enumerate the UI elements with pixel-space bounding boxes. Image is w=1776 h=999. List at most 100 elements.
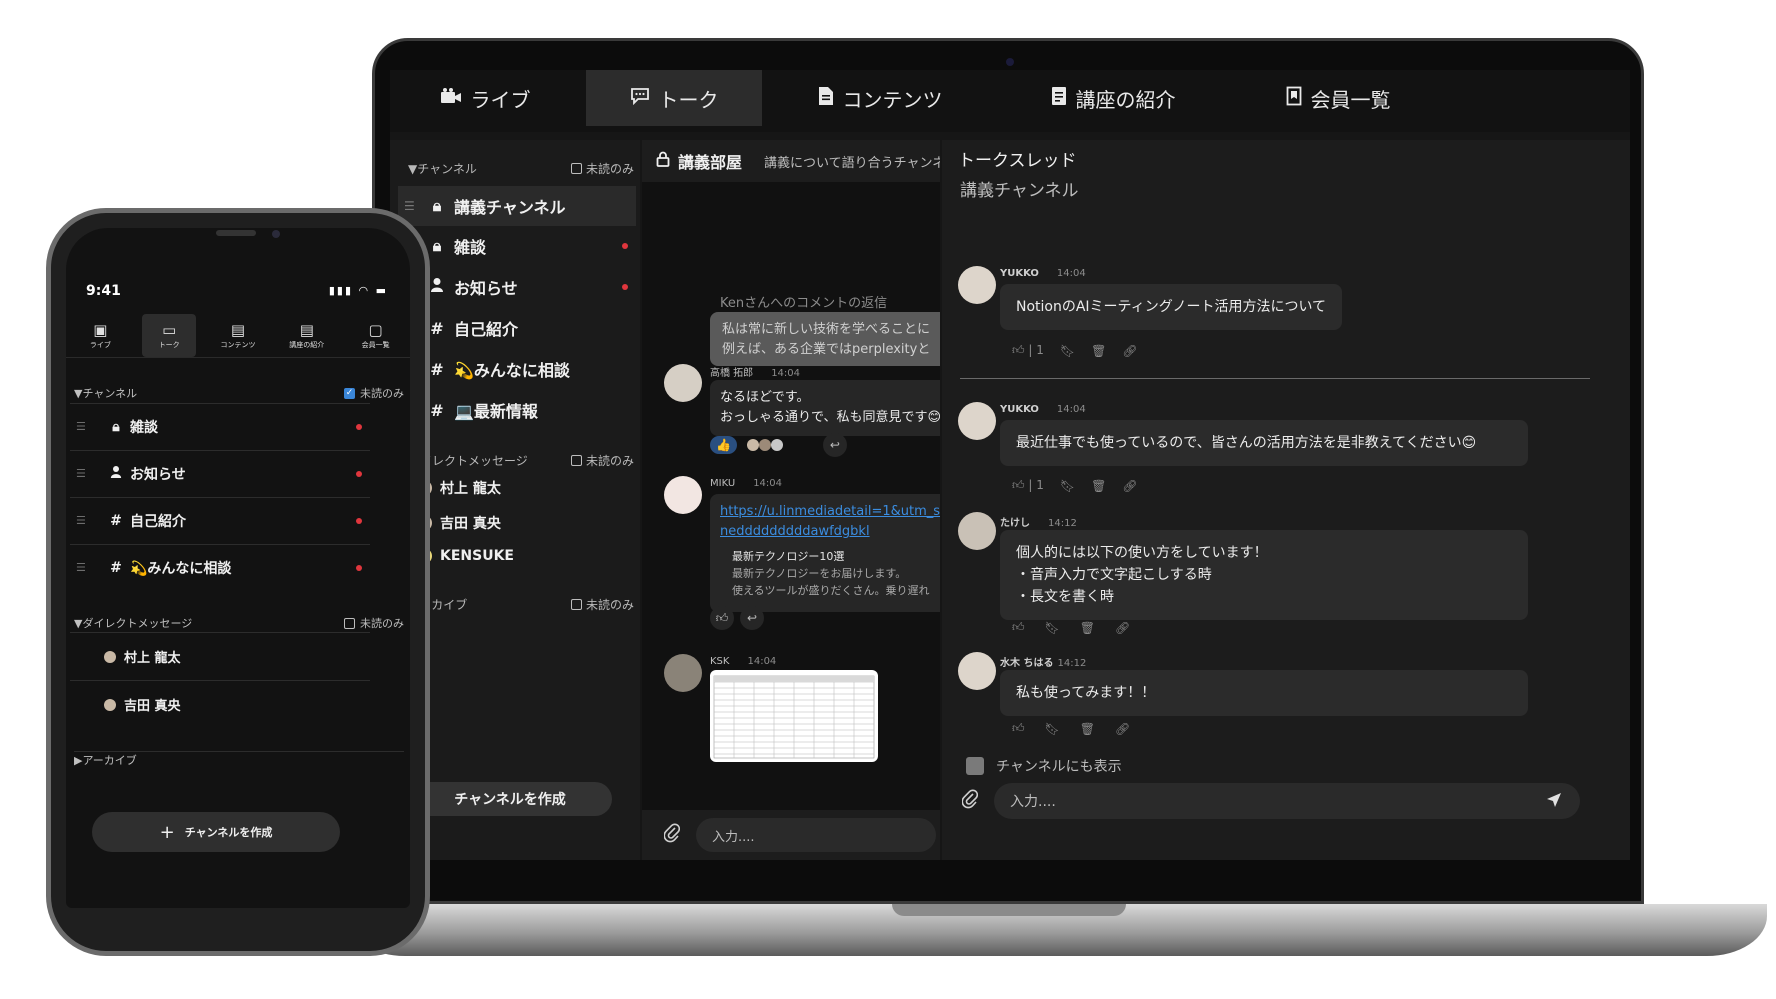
phone-archive-header[interactable]: ▶アーカイブ <box>74 751 404 768</box>
avatar[interactable] <box>958 402 996 440</box>
phone-tab-course[interactable]: ▤ 講座の紹介 <box>280 314 334 357</box>
trash-icon[interactable]: 🗑︎ <box>1080 621 1095 635</box>
quoted-message[interactable]: 私は常に新しい技術を学べることに 例えば、ある企業ではperplexityと <box>710 312 940 366</box>
phone-tab-members[interactable]: ▢ 会員一覧 <box>349 314 403 357</box>
phone-channel-item[interactable]: ☰ # 自己紹介 <box>70 497 370 543</box>
divider <box>960 378 1590 379</box>
also-post-checkbox[interactable] <box>966 757 984 775</box>
spreadsheet-image[interactable] <box>710 670 878 762</box>
unread-checkbox[interactable] <box>570 163 582 174</box>
sidebar-item-news[interactable]: お知らせ <box>398 267 636 307</box>
message-line: なるほどです。 <box>720 390 810 405</box>
phone-tab-contents[interactable]: ▤ コンテンツ <box>211 314 265 357</box>
thumbs-up-icon[interactable]: 👍︎ <box>1012 721 1025 736</box>
phone-channel-header[interactable]: ▼チャンネル ✓ 未読のみ <box>74 385 404 401</box>
avatar[interactable] <box>664 476 702 514</box>
avatar[interactable] <box>958 266 996 304</box>
phone-channel-item[interactable]: ☰ # 💫みんなに相談 <box>70 544 370 590</box>
avatar[interactable] <box>664 654 702 692</box>
thread-message-input[interactable]: 入力.... <box>994 783 1580 819</box>
trash-icon[interactable]: 🗑︎ <box>1080 722 1095 736</box>
sidebar-item-lecture-channel[interactable]: ☰ 🔒︎ 講義チャンネル <box>398 186 636 226</box>
dm-section-header[interactable]: ダイレクトメッセージ 未読のみ <box>408 452 634 469</box>
link-icon[interactable]: 🔗︎ <box>1115 722 1130 736</box>
reply-icon[interactable]: ↩ <box>822 433 847 457</box>
unread-only-filter[interactable]: 未読のみ <box>570 160 634 177</box>
avatar[interactable] <box>664 364 702 402</box>
sidebar-item-consult[interactable]: # 💫みんなに相談 <box>398 349 636 389</box>
thumbs-up-icon[interactable]: 👍︎ <box>1012 620 1025 635</box>
attach-icon[interactable] <box>961 788 979 814</box>
message-link[interactable]: nedddddddddawfdgbkl <box>720 522 940 542</box>
unread-dot <box>622 284 628 290</box>
channel-title: 講義部屋 <box>678 153 743 172</box>
like-icon[interactable]: 👍︎ <box>710 606 734 630</box>
bookmark-icon[interactable]: 🔖︎ <box>1060 479 1075 493</box>
channel-name: 講義チャンネル <box>454 198 566 217</box>
avatar[interactable] <box>958 652 996 690</box>
dm-item[interactable]: KENSUKE <box>416 548 514 564</box>
message-line: ・長文を書く時 <box>1016 589 1114 605</box>
unread-only-filter[interactable]: 未読のみ <box>570 596 634 613</box>
bookmark-icon[interactable]: 🔖︎ <box>1045 722 1060 736</box>
drag-handle-icon[interactable]: ☰ <box>76 561 96 574</box>
phone-create-channel-button[interactable]: + チャンネルを作成 <box>92 812 340 852</box>
unread-only-filter[interactable]: 未読のみ <box>570 452 634 469</box>
avatar <box>746 439 759 451</box>
unread-only-filter[interactable]: ✓ 未読のみ <box>344 385 404 401</box>
sidebar-item-chat[interactable]: 🔒︎ 雑談 <box>398 226 636 266</box>
sidebar-item-self-intro[interactable]: # 自己紹介 <box>398 308 636 348</box>
drag-handle-icon[interactable]: ☰ <box>76 467 96 480</box>
reply-icon[interactable]: ↩ <box>740 606 764 630</box>
drag-handle-icon[interactable]: ☰ <box>404 199 418 213</box>
attach-icon[interactable] <box>663 822 681 848</box>
tab-contents-label: コンテンツ <box>842 87 943 112</box>
phone-tab-talk[interactable]: ▭ トーク <box>142 314 197 357</box>
tab-contents[interactable]: コンテンツ <box>762 70 998 126</box>
phone-channel-item[interactable]: ☰ 🔒︎ 雑談 <box>70 403 370 449</box>
laptop-notch <box>892 904 1126 916</box>
tab-live[interactable]: ライブ <box>390 70 580 126</box>
phone-dm-header[interactable]: ▼ダイレクトメッセージ 未読のみ <box>74 615 404 631</box>
phone-dm-item[interactable]: 村上 龍太 <box>70 632 370 680</box>
also-post-to-channel[interactable]: チャンネルにも表示 <box>966 756 1122 776</box>
bookmark-icon[interactable]: 🔖︎ <box>1045 621 1060 635</box>
message-line: ・音声入力で文字起こしする時 <box>1016 567 1212 583</box>
tab-course-intro[interactable]: 講座の紹介 <box>998 70 1228 126</box>
link-preview-card[interactable]: 最新テクノロジー10選 最新テクノロジーをお届けします。 使えるツールが盛りだく… <box>720 548 940 599</box>
create-channel-button[interactable]: チャンネルを作成 <box>408 782 612 816</box>
message-author: 水木 ちはる <box>1000 658 1054 669</box>
drag-handle-icon[interactable]: ☰ <box>76 420 96 433</box>
channel-section-header[interactable]: ▼チャンネル 未読のみ <box>408 160 634 177</box>
chat-message-input[interactable]: 入力.... <box>696 818 936 852</box>
link-icon[interactable]: 🔗︎ <box>1122 479 1137 493</box>
message-time: 14:04 <box>753 478 783 489</box>
unread-checkbox[interactable] <box>344 617 355 629</box>
unread-dot <box>356 470 362 477</box>
tab-member-list[interactable]: 会員一覧 <box>1228 70 1448 126</box>
phone-dm-item[interactable]: 吉田 真央 <box>70 680 370 728</box>
trash-icon[interactable]: 🗑︎ <box>1091 344 1106 358</box>
archive-section-header[interactable]: アーカイブ 未読のみ <box>408 596 634 613</box>
unread-checkbox-checked[interactable]: ✓ <box>344 387 355 399</box>
unread-checkbox[interactable] <box>570 455 582 466</box>
bookmark-icon[interactable]: 🔖︎ <box>1060 344 1075 358</box>
like-button[interactable]: 👍︎ | 1 <box>1012 343 1044 358</box>
sidebar-item-latest[interactable]: # 💻最新情報 <box>398 390 636 430</box>
phone-channel-item[interactable]: ☰ お知らせ <box>70 450 370 496</box>
drag-handle-icon[interactable]: ☰ <box>76 514 96 527</box>
avatar[interactable] <box>958 512 996 550</box>
link-icon[interactable]: 🔗︎ <box>1122 344 1137 358</box>
like-button[interactable]: 👍︎ | 1 <box>1012 478 1044 493</box>
phone-tab-live[interactable]: ▣ ライブ <box>73 314 127 357</box>
avatar <box>104 698 116 711</box>
avatar <box>758 439 771 451</box>
unread-checkbox[interactable] <box>570 599 582 610</box>
message-link[interactable]: https://u.linmediadetail=1&utm_sou <box>720 502 940 522</box>
unread-only-filter[interactable]: 未読のみ <box>344 615 404 631</box>
tab-talk[interactable]: トーク <box>586 70 762 126</box>
thumbs-up-icon[interactable]: 👍 <box>710 436 737 454</box>
link-icon[interactable]: 🔗︎ <box>1115 621 1130 635</box>
send-icon[interactable] <box>1546 792 1562 812</box>
trash-icon[interactable]: 🗑︎ <box>1091 479 1106 493</box>
